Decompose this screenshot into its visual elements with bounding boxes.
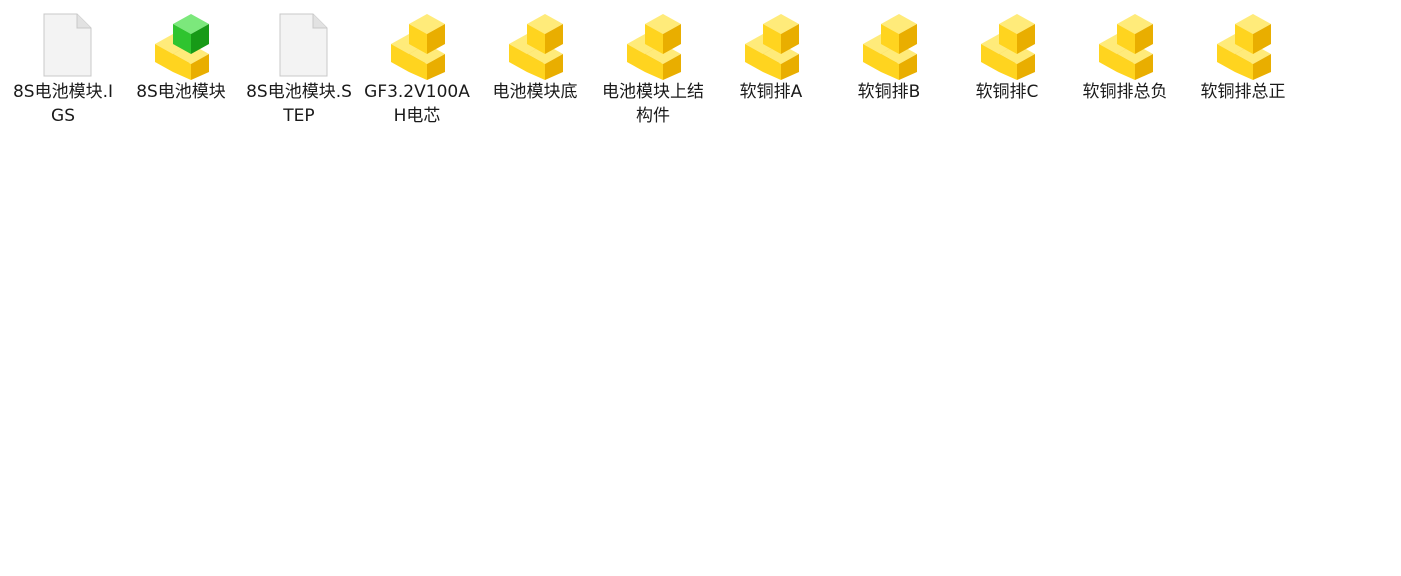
file-item[interactable]: 软铜排C [952, 4, 1062, 134]
assembly-part-icon [153, 10, 217, 80]
part-file-icon [1215, 10, 1279, 80]
file-label: 软铜排B [857, 82, 921, 102]
file-label: 8S电池模块.STEP [246, 82, 352, 126]
file-item[interactable]: 8S电池模块.IGS [8, 4, 118, 134]
file-item[interactable]: 软铜排总负 [1070, 4, 1180, 134]
file-item[interactable]: 8S电池模块.STEP [244, 4, 354, 134]
part-file-icon [979, 10, 1043, 80]
file-label: 软铜排C [975, 82, 1039, 102]
part-file-icon [743, 10, 807, 80]
file-label: 8S电池模块.IGS [12, 82, 114, 126]
file-label: 电池模块底 [492, 82, 578, 102]
file-label: 电池模块上结构件 [602, 82, 704, 126]
file-item[interactable]: GF3.2V100AH电芯 [362, 4, 472, 134]
file-grid: 8S电池模块.IGS 8S电池模块 8S电池模块.STEP GF3.2V100A… [4, 0, 1401, 576]
part-file-icon [389, 10, 453, 80]
part-file-icon [1097, 10, 1161, 80]
file-item[interactable]: 电池模块底 [480, 4, 590, 134]
file-item[interactable]: 软铜排B [834, 4, 944, 134]
part-file-icon [507, 10, 571, 80]
file-label: 软铜排总正 [1200, 82, 1286, 102]
part-file-icon [861, 10, 925, 80]
file-label: 8S电池模块 [136, 82, 226, 102]
file-label: GF3.2V100AH电芯 [364, 82, 470, 126]
generic-document-icon [271, 10, 335, 80]
part-file-icon [625, 10, 689, 80]
file-label: 软铜排总负 [1082, 82, 1168, 102]
file-item[interactable]: 8S电池模块 [126, 4, 236, 134]
generic-document-icon [35, 10, 99, 80]
file-item[interactable]: 电池模块上结构件 [598, 4, 708, 134]
file-item[interactable]: 软铜排A [716, 4, 826, 134]
file-label: 软铜排A [739, 82, 803, 102]
file-item[interactable]: 软铜排总正 [1188, 4, 1298, 134]
